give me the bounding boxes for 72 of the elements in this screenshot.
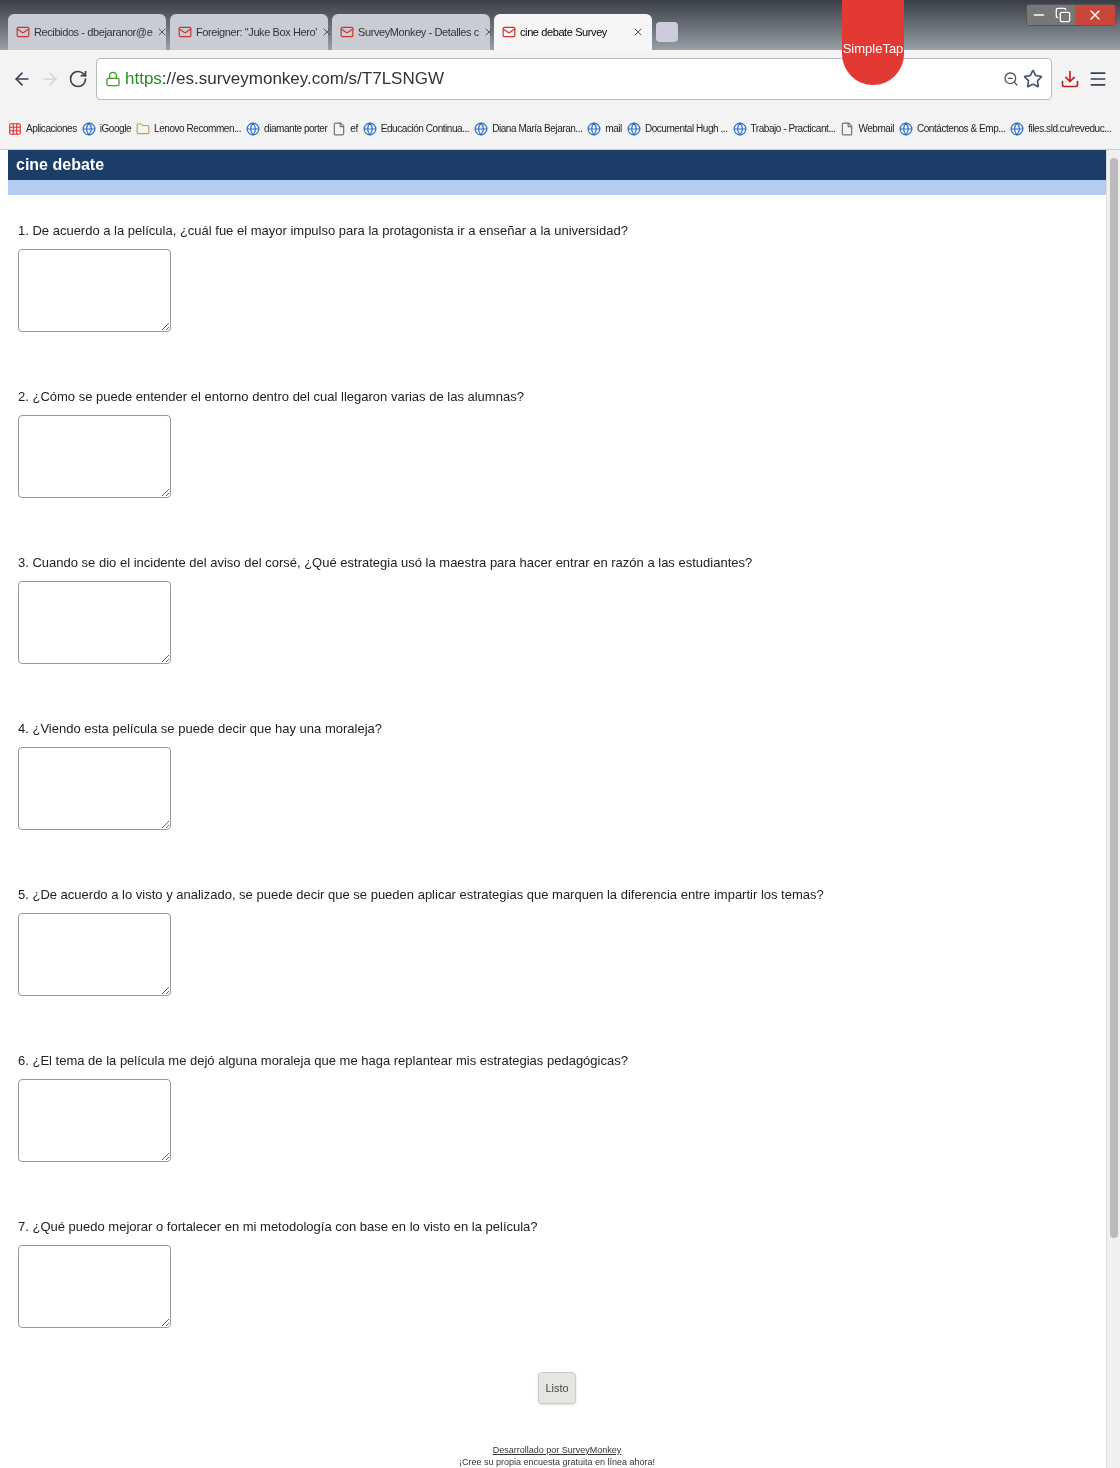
bookmark-link[interactable]: Diana María Bejaran... (492, 121, 583, 136)
bookmark-link[interactable]: ef (350, 121, 358, 136)
site-icon (1010, 121, 1025, 136)
question-text: 3. Cuando se dio el incidente del aviso del corsé, ¿Qué estrategia usó la maestra para hacer entrar en razón a las estudiantes? (18, 554, 754, 569)
answer-box[interactable] (18, 913, 171, 996)
site-icon (626, 121, 641, 136)
url-text: ://es.surveymonkey.com/s/T7LSNGW (161, 68, 444, 91)
bookmark-link[interactable]: files.sld.cu/reveduc... (1028, 121, 1112, 136)
bookmark-link[interactable]: Educación Continua... (380, 121, 470, 136)
answer-box[interactable] (18, 1079, 171, 1162)
site-icon (362, 121, 377, 136)
answer-box[interactable] (18, 581, 171, 664)
answer-box[interactable] (18, 1245, 171, 1328)
minimize-icon[interactable] (1027, 5, 1051, 25)
footer-text: ¡Cree su propia encuesta gratuita en línea ahora! (458, 1456, 656, 1468)
site-icon (587, 121, 602, 136)
tab-title: Recibidos - dbejaranor@e (34, 24, 153, 40)
bookmark-star-icon[interactable] (1023, 69, 1043, 89)
tab-title: cine debate Survey (520, 24, 608, 40)
bookmark-link[interactable]: Aplicaciones (26, 121, 77, 136)
done-button[interactable]: Listo (538, 1372, 576, 1404)
footer-link[interactable]: Desarrollado por SurveyMonkey (492, 1444, 622, 1456)
restore-icon[interactable] (1051, 5, 1075, 25)
bookmark-link[interactable]: iGoogle (99, 121, 132, 136)
favicon-icon (178, 25, 192, 39)
bookmark-link[interactable]: Trabajo - Practicant... (750, 121, 836, 136)
download-icon[interactable] (1060, 69, 1080, 89)
question-text: 5. ¿De acuerdo a lo visto y analizado, se puede decir que se pueden aplicar estrategias que marquen la diferencia entre impartir los temas? (18, 886, 825, 901)
question-text: 1. De acuerdo a la película, ¿cuál fue el mayor impulso para la protagonista ir a enseñar a la universidad? (18, 222, 629, 237)
scroll-thumb[interactable] (1109, 158, 1118, 1238)
simpletap-badge[interactable]: SimpleTap (842, 0, 904, 85)
close-tab-icon[interactable] (632, 26, 644, 38)
bookmark-link[interactable]: Contáctenos & Emp... (916, 121, 1006, 136)
folder-icon (136, 121, 151, 136)
bookmark-link[interactable]: mail (605, 121, 622, 136)
lock-icon (105, 71, 121, 87)
zoom-icon[interactable] (1003, 71, 1019, 87)
bookmark-link[interactable]: Lenovo Recommen... (154, 121, 242, 136)
question-text: 4. ¿Viendo esta película se puede decir que hay una moraleja? (18, 720, 383, 735)
scrollbar[interactable] (1106, 150, 1120, 1468)
bookmark-link[interactable]: Webmail (858, 121, 894, 136)
site-icon (81, 121, 96, 136)
site-icon (732, 121, 747, 136)
reload-icon[interactable] (68, 69, 88, 89)
favicon-icon (340, 25, 354, 39)
browser-tab[interactable]: SurveyMonkey - Detalles c (332, 14, 490, 50)
tab-title: SurveyMonkey - Detalles c (358, 24, 479, 40)
question-text: 2. ¿Cómo se puede entender el entorno dentro del cual llegaron varias de las alumnas? (18, 388, 525, 403)
bookmark-link[interactable]: Documental Hugh ... (644, 121, 728, 136)
answer-box[interactable] (18, 249, 171, 332)
page-icon (840, 121, 855, 136)
site-icon (898, 121, 913, 136)
apps-icon (8, 121, 22, 136)
menu-icon[interactable] (1088, 69, 1108, 89)
browser-tab[interactable]: cine debate Survey (494, 14, 652, 50)
address-bar[interactable]: https://es.surveymonkey.com/s/T7LSNGW (96, 58, 1052, 100)
answer-box[interactable] (18, 415, 171, 498)
question-text: 7. ¿Qué puedo mejorar o fortalecer en mi metodología con base en lo visto en la película? (18, 1218, 539, 1233)
survey-title: cine debate (16, 155, 105, 175)
favicon-icon (502, 25, 516, 39)
close-icon[interactable] (1075, 5, 1115, 25)
url-scheme: https (125, 68, 162, 91)
tab-title: Foreigner: "Juke Box Hero' (196, 24, 317, 40)
browser-tab[interactable]: Recibidos - dbejaranor@e (8, 14, 166, 50)
site-icon (246, 121, 261, 136)
answer-box[interactable] (18, 747, 171, 830)
favicon-icon (16, 25, 30, 39)
browser-tab[interactable]: Foreigner: "Juke Box Hero' (170, 14, 328, 50)
page-icon (332, 121, 347, 136)
question-text: 6. ¿El tema de la película me dejó alguna moraleja que me haga replantear mis estrategias pedagógicas? (18, 1052, 629, 1067)
bookmark-link[interactable]: diamante porter (264, 121, 328, 136)
site-icon (474, 121, 489, 136)
